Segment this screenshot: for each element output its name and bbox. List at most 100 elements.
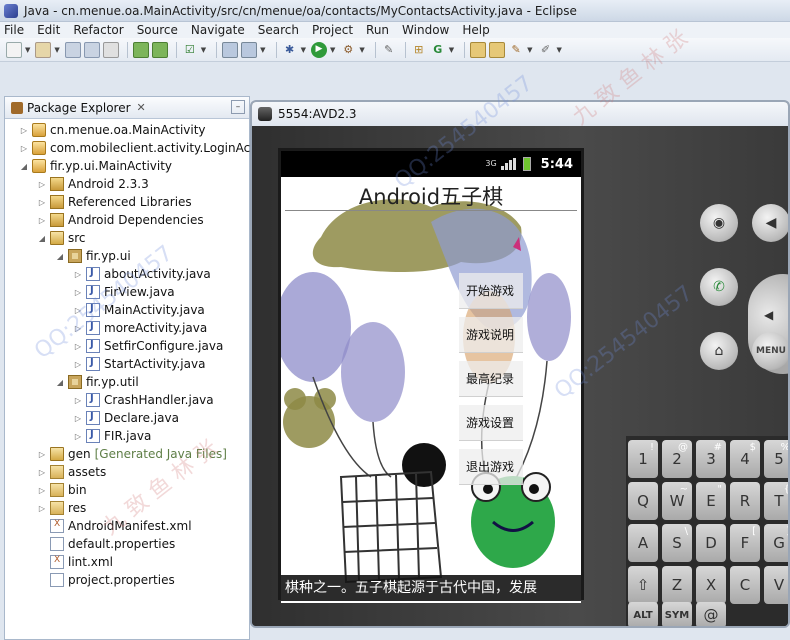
open-type-icon[interactable] (470, 41, 487, 58)
console-icon[interactable] (222, 41, 239, 58)
tree-item-java-file[interactable]: ▷ MainActivity.java (73, 301, 205, 319)
expand-arrow-icon[interactable]: ▷ (37, 486, 47, 495)
search-dropdown-icon[interactable]: ▼ (527, 46, 532, 54)
expand-arrow-icon[interactable]: ▷ (73, 288, 83, 297)
tree-item-java-file[interactable]: ▷ FIR.java (73, 427, 151, 445)
start-game-button[interactable]: 开始游戏 (459, 273, 523, 309)
tree-item-android-2-3-3[interactable]: ▷ Android 2.3.3 (37, 175, 149, 193)
menu-project[interactable]: Project (312, 23, 353, 37)
key-5[interactable]: 5% (764, 440, 788, 478)
print-icon[interactable] (102, 41, 119, 58)
expand-arrow-icon[interactable]: ▷ (37, 180, 47, 189)
tree-item-java-file[interactable]: ▷ SetfirConfigure.java (73, 337, 223, 355)
tree-item-gen[interactable]: ▷ gen [Generated Java Files] (37, 445, 227, 463)
new-dropdown-icon[interactable]: ▼ (25, 46, 30, 54)
expand-arrow-icon[interactable]: ▷ (73, 324, 83, 333)
tree-item-file[interactable]: default.properties (37, 535, 175, 553)
expand-arrow-icon[interactable]: ▷ (19, 126, 29, 135)
key-f[interactable]: F[ (730, 524, 760, 562)
collapse-arrow-icon[interactable]: ◢ (55, 378, 65, 387)
key-g[interactable]: G] (764, 524, 788, 562)
tree-item-referenced-libraries[interactable]: ▷ Referenced Libraries (37, 193, 192, 211)
expand-arrow-icon[interactable]: ▷ (73, 360, 83, 369)
key-3[interactable]: 3 # (696, 440, 726, 478)
collapse-arrow-icon[interactable]: ◢ (19, 162, 29, 171)
terminal-icon[interactable] (241, 41, 258, 58)
new-icon[interactable] (6, 41, 22, 58)
tree-item-src[interactable]: ◢ src (37, 229, 86, 247)
key-q[interactable]: Q (628, 482, 658, 520)
expand-arrow-icon[interactable]: ▷ (73, 342, 83, 351)
menu-window[interactable]: Window (402, 23, 449, 37)
tree-item-bin[interactable]: ▷ bin (37, 481, 87, 499)
tree-item-java-file[interactable]: ▷ CrashHandler.java (73, 391, 214, 409)
tree-item-java-file[interactable]: ▷ moreActivity.java (73, 319, 207, 337)
menu-edit[interactable]: Edit (37, 23, 60, 37)
menu-source[interactable]: Source (137, 23, 178, 37)
game-settings-button[interactable]: 游戏设置 (459, 405, 523, 441)
pen-icon[interactable]: ✎ (381, 42, 397, 58)
tree-item-package-fir-yp-ui[interactable]: ◢ fir.yp.ui (55, 247, 131, 265)
expand-arrow-icon[interactable]: ▷ (19, 144, 29, 153)
tree-item-package-fir-yp-util[interactable]: ◢ fir.yp.util (55, 373, 139, 391)
exit-game-button[interactable]: 退出游戏 (459, 449, 523, 485)
expand-arrow-icon[interactable]: ▷ (37, 198, 47, 207)
key-4[interactable]: 4 $ (730, 440, 760, 478)
avd-manager-icon[interactable] (151, 41, 168, 58)
key-e[interactable]: E " (696, 482, 726, 520)
menu-run[interactable]: Run (366, 23, 389, 37)
external-tools-icon[interactable]: ⚙ (340, 42, 356, 58)
high-score-button[interactable]: 最高纪录 (459, 361, 523, 397)
key-t[interactable]: T{ (764, 482, 788, 520)
run-dropdown-icon[interactable]: ▼ (330, 46, 335, 54)
home-button[interactable]: ⌂ (700, 332, 738, 370)
device-screen[interactable]: 3G 5:44 Android五子棋 开始游戏 游戏说明 最高纪录 游戏设置 退… (278, 148, 584, 603)
expand-arrow-icon[interactable]: ▷ (37, 504, 47, 513)
annotation-icon[interactable]: ✐ (538, 42, 554, 58)
tree-item-java-file[interactable]: ▷ FirView.java (73, 283, 175, 301)
sym-key[interactable]: SYM (662, 602, 692, 626)
menu-file[interactable]: File (4, 23, 24, 37)
expand-arrow-icon[interactable]: ▷ (37, 216, 47, 225)
checkbox-dropdown-icon[interactable]: ▼ (201, 46, 206, 54)
key-r[interactable]: R (730, 482, 760, 520)
annotation-dropdown-icon[interactable]: ▼ (557, 46, 562, 54)
tree-item-java-file[interactable]: ▷ StartActivity.java (73, 355, 205, 373)
key-d[interactable]: D (696, 524, 726, 562)
tree-item-file[interactable]: project.properties (37, 571, 175, 589)
tree-item-assets[interactable]: ▷ assets (37, 463, 106, 481)
menu-search[interactable]: Search (258, 23, 299, 37)
game-instructions-button[interactable]: 游戏说明 (459, 317, 523, 353)
menu-button[interactable]: MENU (752, 332, 788, 370)
menu-navigate[interactable]: Navigate (191, 23, 245, 37)
expand-arrow-icon[interactable]: ▷ (73, 414, 83, 423)
tree-item-manifest[interactable]: AndroidManifest.xml (37, 517, 192, 535)
key-w[interactable]: W ~ (662, 482, 692, 520)
shift-key[interactable]: ⇧ (628, 566, 658, 604)
new-class-icon[interactable]: G (430, 42, 446, 58)
open-icon[interactable] (35, 41, 52, 58)
collapse-arrow-icon[interactable]: ◢ (37, 234, 47, 243)
external-tools-dropdown-icon[interactable]: ▼ (359, 46, 364, 54)
dpad-left-icon[interactable]: ◀ (764, 308, 773, 322)
expand-arrow-icon[interactable]: ▷ (73, 396, 83, 405)
android-sdk-icon[interactable] (132, 41, 149, 58)
key-a[interactable]: A (628, 524, 658, 562)
run-icon[interactable]: ▶ (310, 41, 327, 58)
minimize-icon[interactable]: – (231, 100, 245, 114)
volume-button[interactable]: ◀ (752, 204, 788, 242)
terminal-dropdown-icon[interactable]: ▼ (260, 46, 265, 54)
expand-arrow-icon[interactable]: ▷ (37, 450, 47, 459)
camera-button[interactable]: ◉ (700, 204, 738, 242)
expand-arrow-icon[interactable]: ▷ (73, 432, 83, 441)
call-button[interactable]: ✆ (700, 268, 738, 306)
key-1[interactable]: 1! (628, 440, 658, 478)
new-class-dropdown-icon[interactable]: ▼ (449, 46, 454, 54)
key-c[interactable]: C (730, 566, 760, 604)
open-resource-icon[interactable] (489, 41, 506, 58)
menu-refactor[interactable]: Refactor (73, 23, 123, 37)
tree-item-android-dependencies[interactable]: ▷ Android Dependencies (37, 211, 204, 229)
tree-item-res[interactable]: ▷ res (37, 499, 86, 517)
save-icon[interactable] (64, 41, 81, 58)
search-icon[interactable]: ✎ (508, 42, 524, 58)
